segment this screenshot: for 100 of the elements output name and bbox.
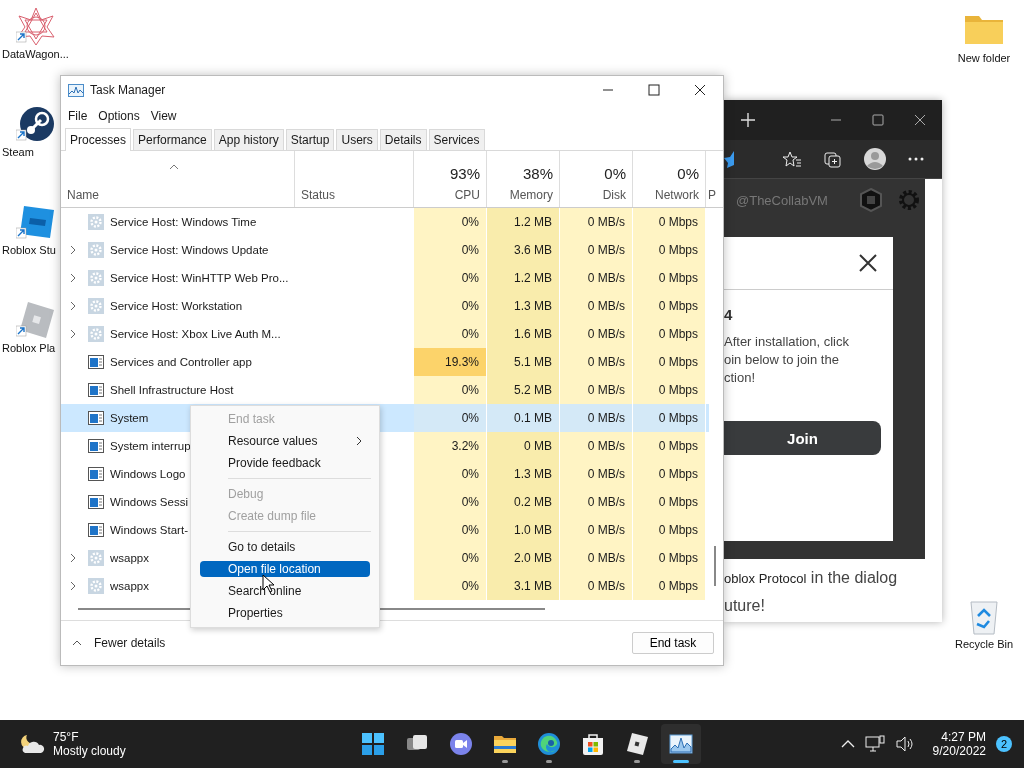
chevron-icon[interactable] [70, 301, 76, 311]
end-task-button[interactable]: End task [632, 632, 714, 654]
table-cell[interactable]: Services and Controller app [61, 348, 295, 376]
column-header[interactable]: Name [67, 188, 288, 202]
gear-icon [88, 326, 104, 342]
tab[interactable]: Processes [65, 128, 132, 151]
close-icon[interactable] [859, 254, 877, 272]
menu-item[interactable]: Properties [200, 602, 370, 624]
weather-condition[interactable]: Mostly cloudy [53, 744, 126, 758]
desktop-icon-label[interactable]: New folder [955, 52, 1013, 64]
caret-icon[interactable] [169, 164, 179, 170]
table-cell[interactable]: Service Host: Windows Update [61, 236, 295, 264]
table-cell[interactable]: Service Host: Workstation [61, 292, 295, 320]
gear-icon [88, 242, 104, 258]
tab[interactable]: Users [336, 129, 378, 150]
join-button[interactable]: Join [724, 421, 881, 455]
volume-icon[interactable] [894, 736, 915, 752]
table-cell: 0 MB/s [560, 404, 633, 432]
tab[interactable]: Performance [133, 129, 212, 150]
windows-logo-icon [361, 732, 385, 756]
desktop-icon-label[interactable]: Roblox Pla [0, 342, 58, 354]
collections-icon[interactable] [824, 150, 842, 168]
network-icon[interactable] [864, 735, 885, 753]
desktop-icon-label[interactable]: DataWagon... [0, 48, 71, 60]
menu-item[interactable]: Provide feedback [200, 452, 370, 474]
desktop-icon-label[interactable]: Recycle Bin [952, 638, 1016, 650]
table-cell: 0 Mbps [633, 572, 706, 600]
table-cell: 0 MB/s [560, 208, 633, 236]
table-cell: 3.2% [414, 432, 487, 460]
table-cell: 0% [414, 572, 487, 600]
temperature[interactable]: 75°F [53, 730, 126, 744]
table-cell: 0 MB/s [560, 376, 633, 404]
table-cell: 0 MB/s [560, 348, 633, 376]
menu-item[interactable]: View [150, 109, 177, 123]
chevron-icon[interactable] [70, 581, 76, 591]
table-cell[interactable]: Service Host: WinHTTP Web Pro... [61, 264, 295, 292]
window-icon [88, 467, 104, 481]
window-icon [88, 383, 104, 397]
more-icon[interactable] [908, 157, 924, 161]
tab[interactable]: Details [379, 129, 427, 150]
table-cell: 0 MB/s [560, 292, 633, 320]
chart-icon [669, 732, 693, 756]
close-icon[interactable] [914, 114, 926, 126]
table-cell: 1.6 MB [487, 320, 560, 348]
chevron-icon[interactable] [70, 329, 76, 339]
tab[interactable]: Startup [285, 129, 335, 150]
notification-badge[interactable]: 2 [996, 736, 1012, 752]
favorites-icon[interactable] [782, 150, 802, 168]
table-cell: 0% [414, 516, 487, 544]
dialog-text: After installation, click oin below to join the ction! [724, 333, 850, 387]
tab[interactable]: Services [428, 129, 485, 150]
avatar-icon[interactable] [864, 148, 886, 170]
column-header[interactable]: Disk [602, 188, 626, 202]
table-cell[interactable]: Service Host: Xbox Live Auth M... [61, 320, 295, 348]
maximize-icon[interactable] [648, 84, 660, 96]
window-icon [88, 523, 104, 537]
desktop-icon-label[interactable]: Roblox Stu [0, 244, 58, 256]
table-cell: 0% [414, 376, 487, 404]
menu-item[interactable]: Options [98, 109, 140, 123]
hexagon-icon[interactable] [859, 188, 883, 212]
table-cell: 0 Mbps [633, 292, 706, 320]
table-cell: 0 Mbps [633, 488, 706, 516]
menu-item[interactable]: Open file location [200, 561, 370, 577]
taskbar-app[interactable] [661, 724, 701, 764]
chevron-icon[interactable] [70, 273, 76, 283]
table-cell[interactable]: Shell Infrastructure Host [61, 376, 295, 404]
table-cell: 0 MB/s [560, 516, 633, 544]
clock-time[interactable]: 4:27 PM [941, 730, 986, 744]
fewer-details-link[interactable]: Fewer details [72, 636, 166, 650]
chevron-up-icon[interactable] [840, 740, 855, 748]
table-cell: 0 Mbps [633, 320, 706, 348]
tab[interactable]: App history [213, 129, 284, 150]
menu-item[interactable]: File [68, 109, 88, 123]
close-icon[interactable] [694, 84, 706, 96]
menu-item[interactable]: Go to details [200, 536, 370, 558]
menu-item[interactable]: Resource values [200, 430, 370, 452]
scrollbar-thumb[interactable] [714, 546, 716, 586]
column-header[interactable]: CPU [454, 188, 480, 202]
maximize-icon[interactable] [872, 114, 884, 126]
usage-percent: 0% [604, 165, 626, 182]
table-cell: 1.2 MB [487, 208, 560, 236]
menu-item[interactable]: Search online [200, 580, 370, 602]
clock-date[interactable]: 9/20/2022 [932, 744, 986, 758]
column-header[interactable]: Network [655, 188, 699, 202]
star-logo-icon[interactable] [16, 6, 58, 46]
table-cell[interactable]: Service Host: Windows Time [61, 208, 295, 236]
table-cell: 5.1 MB [487, 348, 560, 376]
column-header[interactable]: Memory [509, 188, 553, 202]
column-header[interactable]: P [708, 188, 717, 202]
desktop-icon-label[interactable]: Steam [0, 146, 36, 158]
table-cell: 0 Mbps [633, 516, 706, 544]
column-header[interactable]: Status [301, 188, 407, 202]
table-cell: 1.3 MB [487, 292, 560, 320]
table-cell: 0 Mbps [633, 208, 706, 236]
table-cell: 0 MB/s [560, 460, 633, 488]
cloudy-moon-icon[interactable] [19, 733, 45, 755]
chevron-icon[interactable] [70, 553, 76, 563]
plus-icon[interactable] [740, 112, 756, 128]
table-cell: 19.3% [414, 348, 487, 376]
chevron-icon[interactable] [70, 245, 76, 255]
